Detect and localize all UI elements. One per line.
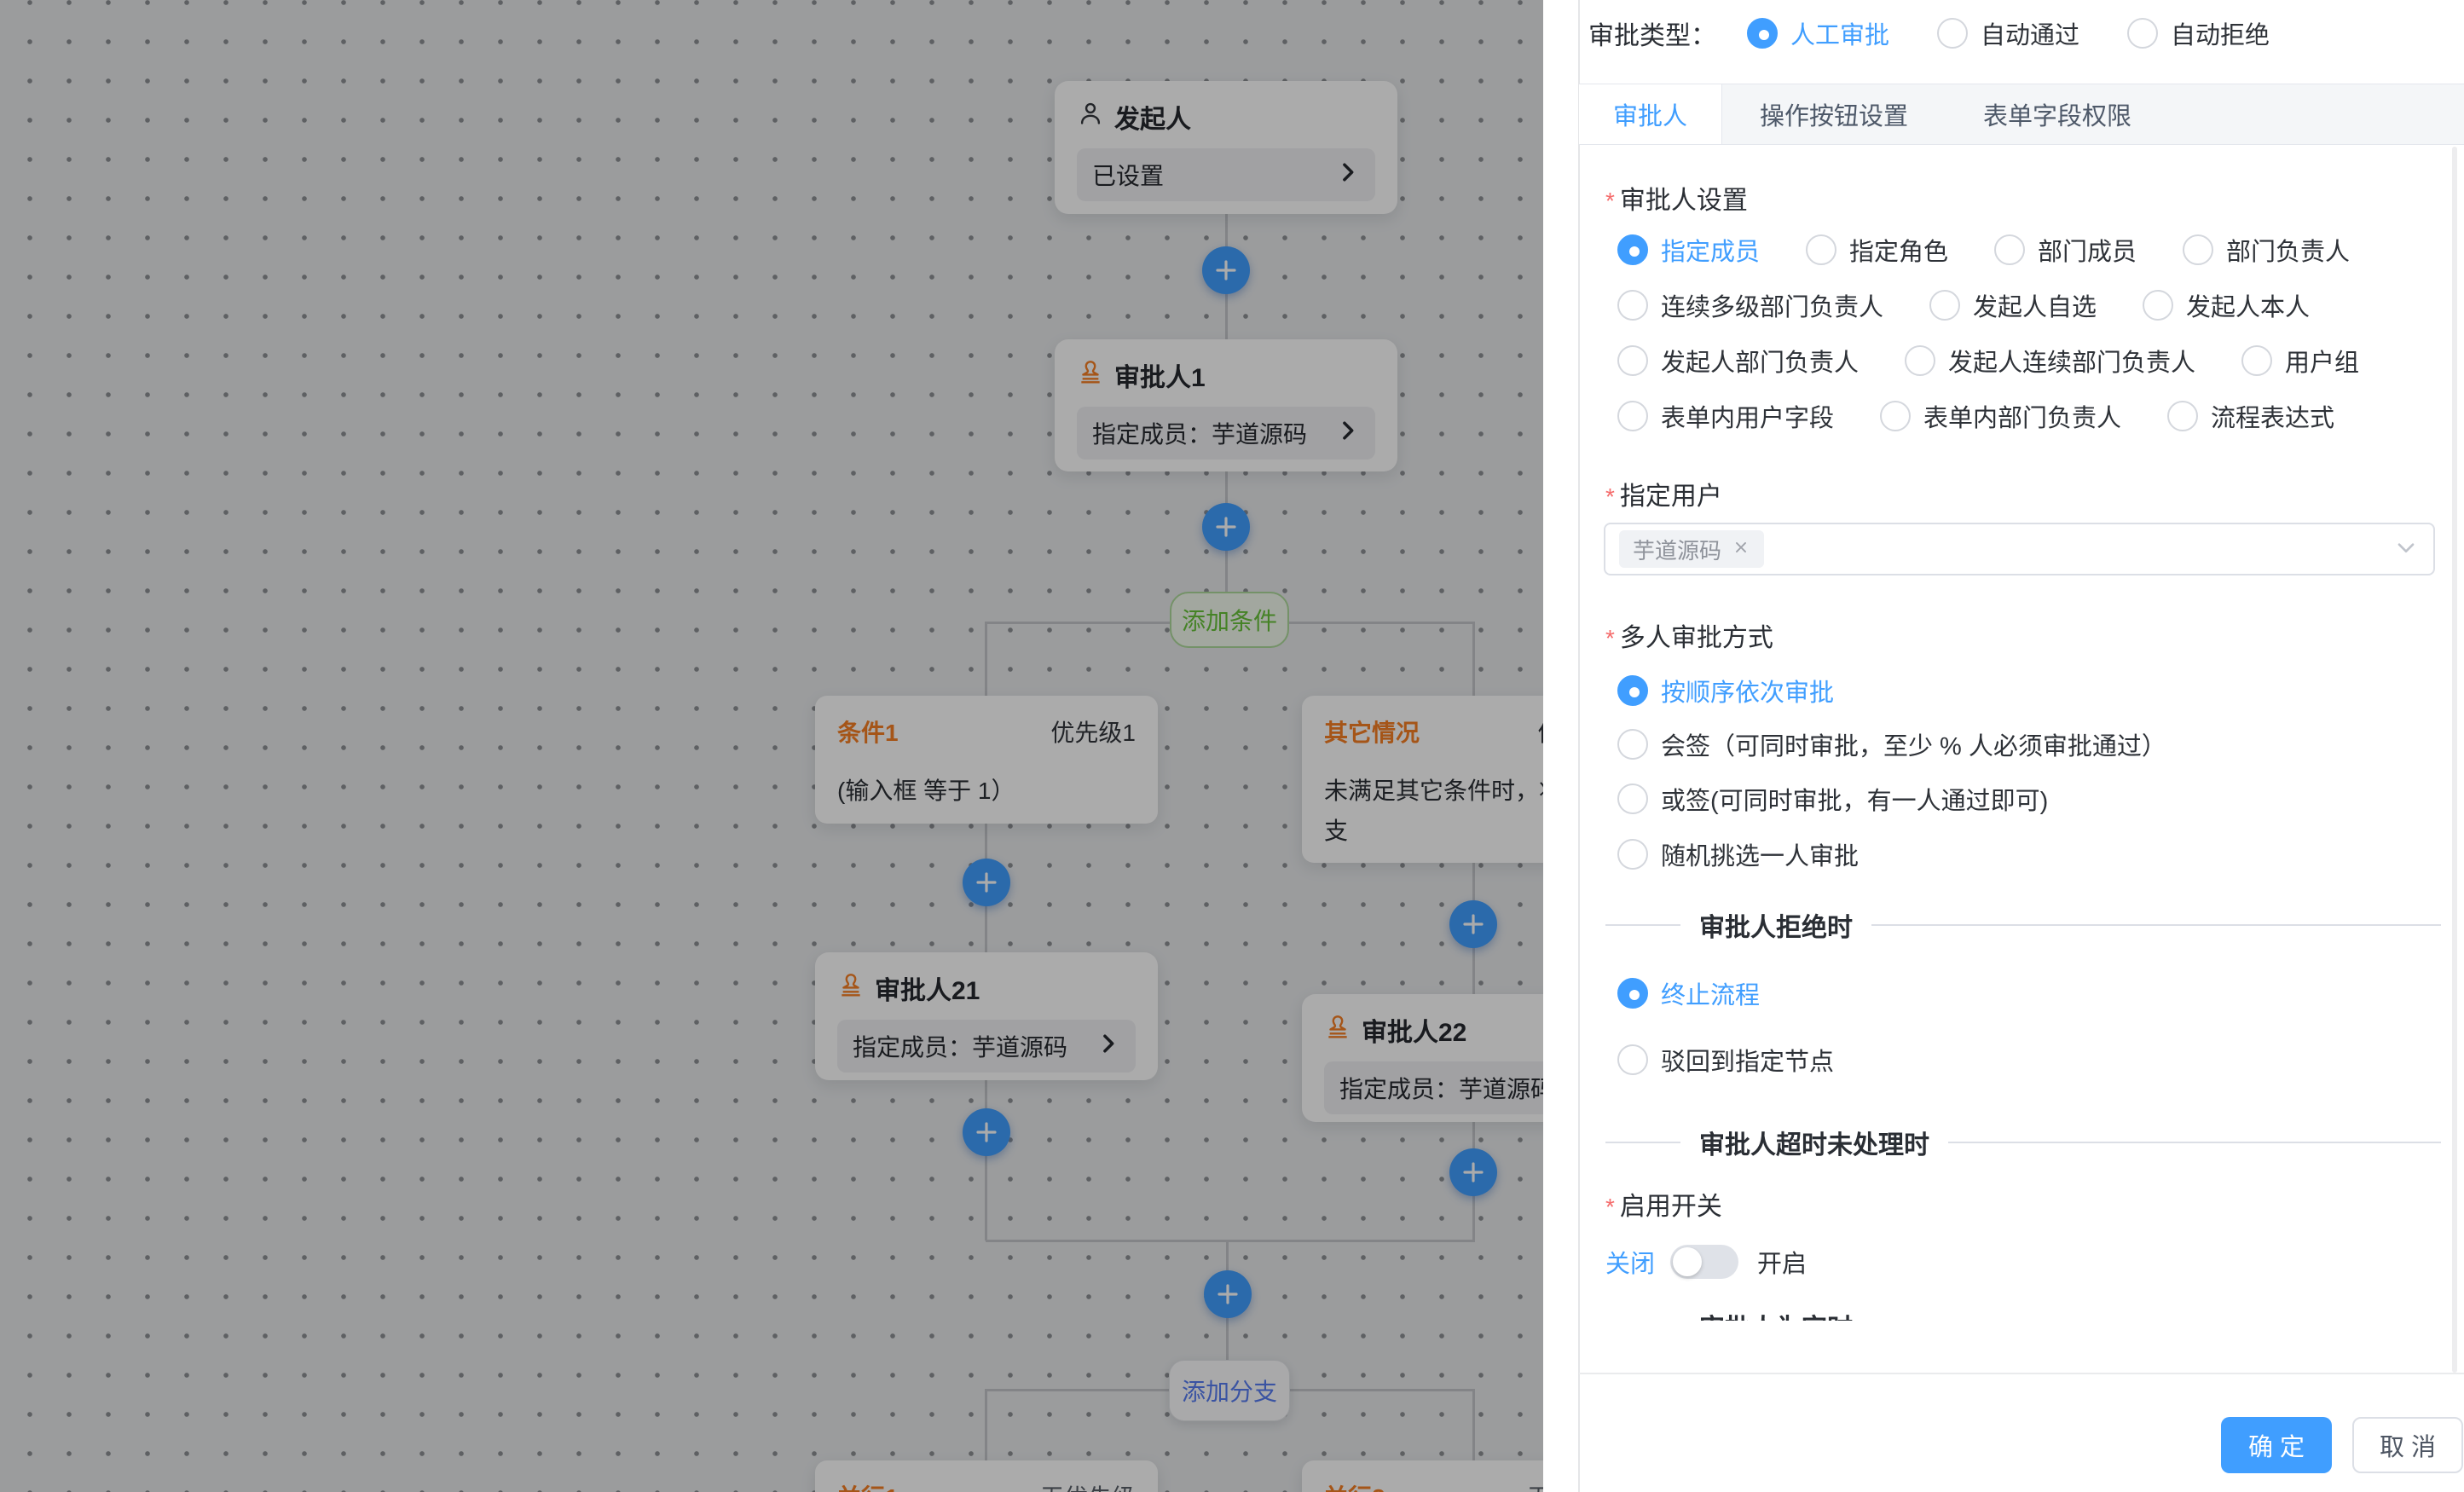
- empty-section-title: 审批人为空时: [1699, 1307, 1853, 1321]
- tag-close-icon[interactable]: [1732, 536, 1750, 563]
- radio-dept-member[interactable]: 部门成员: [1994, 232, 2137, 268]
- radio-icon: [1905, 345, 1935, 376]
- enable-switch-row: 关闭 开启: [1605, 1243, 1807, 1281]
- radio-icon: [1617, 345, 1648, 376]
- radio-icon: [1994, 234, 2025, 265]
- empty-section-divider: 审批人为空时: [1605, 1307, 2441, 1321]
- radio-icon: [2183, 234, 2213, 265]
- required-asterisk: *: [1605, 188, 1615, 214]
- radio-icon: [2143, 290, 2173, 321]
- drawer-body: *审批人设置 指定成员 指定角色 部门成员 部门负责人 连续多级部门负责人 发起…: [1543, 145, 2464, 1321]
- radio-starter-multi-dept-leader[interactable]: 发起人连续部门负责人: [1905, 343, 2195, 379]
- radio-assign-member[interactable]: 指定成员: [1617, 232, 1760, 268]
- approver-setting-row1: 指定成员 指定角色 部门成员 部门负责人: [1617, 231, 2350, 269]
- approver-setting-row4: 表单内用户字段 表单内部门负责人 流程表达式: [1617, 397, 2334, 435]
- required-asterisk: *: [1605, 625, 1615, 651]
- tab-approver[interactable]: 审批人: [1579, 84, 1722, 144]
- reject-section-title: 审批人拒绝时: [1699, 906, 1853, 944]
- workflow-designer-page: 发起人 已设置 审批人1 指定成员：芋道源码: [0, 0, 2464, 1492]
- radio-icon: [2241, 345, 2272, 376]
- radio-multi-level-dept-leader[interactable]: 连续多级部门负责人: [1617, 287, 1883, 323]
- radio-icon: [1617, 234, 1648, 265]
- required-asterisk: *: [1605, 1194, 1615, 1220]
- radio-return-to-node[interactable]: 驳回到指定节点: [1617, 1041, 1834, 1079]
- radio-flow-expression[interactable]: 流程表达式: [2167, 398, 2334, 434]
- switch-on-label: 开启: [1757, 1244, 1807, 1280]
- approver-settings-drawer: 审批类型： 人工审批 自动通过 自动拒绝 审批人 操作按钮设置 表单字段权限 *…: [1543, 0, 2464, 1492]
- user-tag: 芋道源码: [1619, 530, 1764, 568]
- confirm-button[interactable]: 确 定: [2221, 1417, 2332, 1473]
- radio-manual-approve[interactable]: 人工审批: [1747, 15, 1889, 51]
- approve-type-label: 审批类型：: [1588, 14, 1716, 52]
- timeout-section-title: 审批人超时未处理时: [1699, 1124, 1929, 1161]
- radio-icon: [1617, 839, 1648, 870]
- radio-icon: [1617, 290, 1648, 321]
- radio-icon: [1929, 290, 1960, 321]
- enable-switch-label: *启用开关: [1605, 1185, 1722, 1223]
- multi-approve-label: *多人审批方式: [1605, 616, 1773, 654]
- required-asterisk: *: [1605, 483, 1615, 510]
- assign-user-select[interactable]: 芋道源码: [1604, 523, 2435, 575]
- radio-countersign[interactable]: 会签（可同时审批，至少 % 人必须审批通过）: [1617, 726, 2166, 763]
- approver-setting-label: *审批人设置: [1605, 179, 1748, 217]
- radio-starter-dept-leader[interactable]: 发起人部门负责人: [1617, 343, 1859, 379]
- radio-icon: [1880, 401, 1911, 431]
- approver-setting-row2: 连续多级部门负责人 发起人自选 发起人本人: [1617, 286, 2310, 324]
- radio-starter-self[interactable]: 发起人本人: [2143, 287, 2310, 323]
- toggle-knob: [1673, 1247, 1702, 1276]
- footer-divider: [1579, 1373, 2464, 1374]
- radio-assign-role[interactable]: 指定角色: [1806, 232, 1948, 268]
- radio-icon: [1617, 1044, 1648, 1075]
- radio-starter-select[interactable]: 发起人自选: [1929, 287, 2097, 323]
- radio-user-group[interactable]: 用户组: [2241, 343, 2359, 379]
- user-tag-text: 芋道源码: [1633, 534, 1721, 565]
- radio-icon: [2167, 401, 2198, 431]
- approver-setting-row3: 发起人部门负责人 发起人连续部门负责人 用户组: [1617, 342, 2359, 379]
- cancel-button[interactable]: 取 消: [2352, 1417, 2463, 1473]
- radio-icon: [2127, 18, 2158, 49]
- radio-icon: [1937, 18, 1968, 49]
- radio-icon: [1747, 18, 1778, 49]
- canvas-dim-overlay: [0, 0, 1543, 1492]
- settings-tabs: 审批人 操作按钮设置 表单字段权限: [1579, 84, 2464, 145]
- radio-form-dept-leader[interactable]: 表单内部门负责人: [1880, 398, 2121, 434]
- radio-icon: [1617, 401, 1648, 431]
- radio-random-one[interactable]: 随机挑选一人审批: [1617, 836, 1859, 873]
- radio-icon: [1806, 234, 1836, 265]
- chevron-down-icon: [2392, 534, 2420, 565]
- radio-icon: [1617, 729, 1648, 760]
- radio-form-user-field[interactable]: 表单内用户字段: [1617, 398, 1834, 434]
- radio-orsign[interactable]: 或签(可同时审批，有一人通过即可): [1617, 780, 2048, 818]
- radio-icon: [1617, 978, 1648, 1009]
- radio-icon: [1617, 784, 1648, 814]
- assign-user-label: *指定用户: [1605, 475, 1722, 512]
- radio-terminate-flow[interactable]: 终止流程: [1617, 974, 1760, 1012]
- radio-icon: [1617, 675, 1648, 706]
- timeout-section-divider: 审批人超时未处理时: [1605, 1124, 2441, 1161]
- radio-auto-pass[interactable]: 自动通过: [1937, 15, 2079, 51]
- radio-sequential-approve[interactable]: 按顺序依次审批: [1617, 672, 1834, 709]
- approve-type-row: 审批类型： 人工审批 自动通过 自动拒绝: [1588, 12, 2270, 55]
- tab-button-settings[interactable]: 操作按钮设置: [1722, 84, 1946, 144]
- radio-auto-reject[interactable]: 自动拒绝: [2127, 15, 2270, 51]
- reject-section-divider: 审批人拒绝时: [1605, 906, 2441, 944]
- tab-form-field-permission[interactable]: 表单字段权限: [1946, 84, 2169, 144]
- radio-dept-leader[interactable]: 部门负责人: [2183, 232, 2350, 268]
- enable-toggle[interactable]: [1670, 1245, 1738, 1279]
- switch-off-label: 关闭: [1605, 1244, 1655, 1280]
